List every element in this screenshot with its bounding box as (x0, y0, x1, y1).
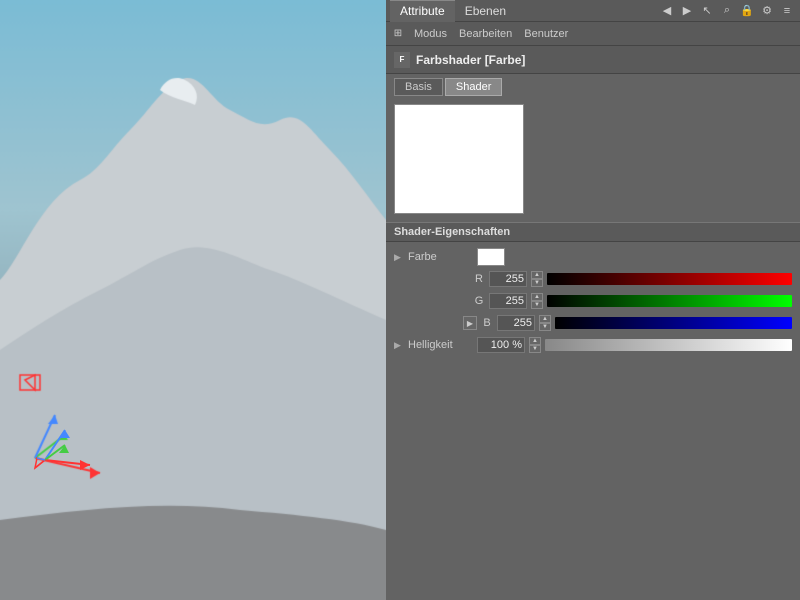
helligkeit-row: ▶ Helligkeit ▲ ▼ (386, 334, 800, 356)
farbshader-icon: F (394, 52, 410, 68)
g-down[interactable]: ▼ (531, 301, 543, 309)
color-swatch[interactable] (477, 248, 505, 266)
g-up[interactable]: ▲ (531, 293, 543, 301)
toolbar: ⊞ Modus Bearbeiten Benutzer (386, 22, 800, 46)
tab-shader[interactable]: Shader (445, 78, 502, 96)
b-label: B (481, 317, 493, 329)
helligkeit-triangle[interactable]: ▶ (394, 340, 404, 351)
benutzer-label[interactable]: Benutzer (520, 28, 572, 40)
viewport-canvas (0, 0, 386, 600)
toolbar-right-icons: ◀ ▶ ↖ ⌕ 🔒 ⚙ ≡ (658, 2, 796, 20)
axis-widget (15, 410, 95, 490)
tab-attribute[interactable]: Attribute (390, 0, 455, 22)
arrow-left-icon[interactable]: ◀ (658, 2, 676, 20)
helligkeit-spinner[interactable]: ▲ ▼ (529, 337, 541, 353)
r-spinner[interactable]: ▲ ▼ (531, 271, 543, 287)
farbe-triangle[interactable]: ▶ (394, 252, 404, 263)
modus-label[interactable]: Modus (410, 28, 451, 40)
r-channel-row: R ▲ ▼ (386, 268, 800, 290)
play-button[interactable]: ▶ (463, 316, 477, 330)
b-spinner[interactable]: ▲ ▼ (539, 315, 551, 331)
sub-tabs: Basis Shader (386, 74, 800, 96)
h-down[interactable]: ▼ (529, 345, 541, 353)
g-label: G (473, 295, 485, 307)
right-panel: Attribute Ebenen ◀ ▶ ↖ ⌕ 🔒 ⚙ ≡ ⊞ Modus B… (386, 0, 800, 600)
g-channel-row: G ▲ ▼ (386, 290, 800, 312)
r-up[interactable]: ▲ (531, 271, 543, 279)
panel-icon-small: ⊞ (390, 26, 406, 42)
b-input[interactable] (497, 315, 535, 331)
section-header: Shader-Eigenschaften (386, 222, 800, 242)
b-up[interactable]: ▲ (539, 315, 551, 323)
farbe-row: ▶ Farbe (386, 246, 800, 268)
panel-title: Farbshader [Farbe] (416, 53, 525, 67)
r-slider[interactable] (547, 273, 792, 285)
preview-area (386, 96, 800, 222)
settings-icon[interactable]: ⚙ (758, 2, 776, 20)
color-preview (394, 104, 524, 214)
g-spinner[interactable]: ▲ ▼ (531, 293, 543, 309)
arrow-right-icon[interactable]: ▶ (678, 2, 696, 20)
b-down[interactable]: ▼ (539, 323, 551, 331)
h-up[interactable]: ▲ (529, 337, 541, 345)
search-icon[interactable]: ⌕ (718, 2, 736, 20)
helligkeit-slider[interactable] (545, 339, 792, 351)
panel-header: F Farbshader [Farbe] (386, 46, 800, 74)
helligkeit-input[interactable] (477, 337, 525, 353)
properties: ▶ Farbe R ▲ ▼ G ▲ ▼ (386, 242, 800, 360)
b-slider[interactable] (555, 317, 792, 329)
r-input[interactable] (489, 271, 527, 287)
cursor-icon[interactable]: ↖ (698, 2, 716, 20)
tab-ebenen[interactable]: Ebenen (455, 0, 516, 22)
tab-basis[interactable]: Basis (394, 78, 443, 96)
menu-icon[interactable]: ≡ (778, 2, 796, 20)
b-channel-row: ▶ B ▲ ▼ (386, 312, 800, 334)
bearbeiten-label[interactable]: Bearbeiten (455, 28, 516, 40)
r-down[interactable]: ▼ (531, 279, 543, 287)
g-slider[interactable] (547, 295, 792, 307)
g-input[interactable] (489, 293, 527, 309)
viewport[interactable] (0, 0, 386, 600)
r-label: R (473, 273, 485, 285)
top-tabs: Attribute Ebenen ◀ ▶ ↖ ⌕ 🔒 ⚙ ≡ (386, 0, 800, 22)
helligkeit-label: Helligkeit (408, 339, 473, 351)
farbe-label: Farbe (408, 251, 473, 263)
lock-icon[interactable]: 🔒 (738, 2, 756, 20)
